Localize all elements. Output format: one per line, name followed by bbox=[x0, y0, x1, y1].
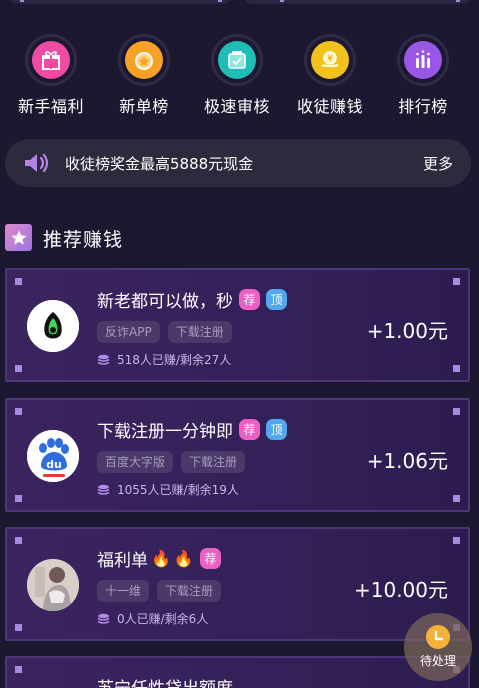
task-stats: 0人已赚/剩余6人 bbox=[97, 610, 208, 627]
task-title: 新老都可以做，秒 bbox=[97, 292, 233, 312]
task-stats-text: 518人已赚/剩余27人 bbox=[117, 353, 232, 367]
task-card[interactable]: 苏宁任性贷出额度 bbox=[5, 656, 470, 688]
task-card[interactable]: du 下载注册一分钟即 荐 顶 百度大字版 下载注册 1055人已赚/剩余19人… bbox=[5, 398, 470, 512]
menu-item-fast-review[interactable]: 极速审核 bbox=[191, 34, 283, 117]
notice-bar[interactable]: 收徒榜奖金最高5888元现金 更多 bbox=[5, 139, 471, 187]
notice-text: 收徒榜奖金最高5888元现金 bbox=[65, 155, 254, 173]
menu-label: 极速审核 bbox=[203, 97, 270, 116]
pending-label: 待处理 bbox=[419, 654, 456, 668]
section-title: 推荐赚钱 bbox=[43, 229, 124, 251]
task-tag: 十一维 bbox=[97, 580, 150, 602]
task-tag: 下载注册 bbox=[157, 580, 222, 602]
task-tag: 下载注册 bbox=[181, 451, 246, 473]
anti-fraud-app-icon bbox=[27, 300, 79, 352]
task-tag: 下载注册 bbox=[167, 321, 232, 343]
menu-item-ranking[interactable]: 排行榜 bbox=[377, 34, 469, 117]
task-reward: +1.00元 bbox=[366, 319, 448, 343]
task-title-row: 苏宁任性贷出额度 bbox=[97, 674, 233, 688]
task-stats: 518人已赚/剩余27人 bbox=[97, 351, 231, 368]
menu-label: 收徒赚钱 bbox=[296, 97, 363, 116]
fire-icon: 🔥 bbox=[151, 549, 171, 568]
task-title-row: 下载注册一分钟即 荐 顶 bbox=[97, 417, 287, 442]
more-link[interactable]: 更多 bbox=[423, 153, 453, 174]
menu-label: 排行榜 bbox=[398, 97, 448, 116]
pinned-badge: 顶 bbox=[266, 419, 287, 440]
task-card[interactable]: 新老都可以做，秒 荐 顶 反诈APP 下载注册 518人已赚/剩余27人 +1.… bbox=[5, 268, 470, 382]
task-tag: 百度大字版 bbox=[97, 451, 174, 473]
task-stats-text: 0人已赚/剩余6人 bbox=[117, 612, 209, 626]
ranking-icon bbox=[397, 34, 449, 86]
fire-icon: 🔥 bbox=[173, 549, 194, 568]
recommend-badge: 荐 bbox=[239, 419, 260, 440]
speaker-icon bbox=[25, 153, 49, 173]
task-title-row: 新老都可以做，秒 荐 顶 bbox=[97, 287, 287, 312]
recommend-badge: 荐 bbox=[239, 289, 260, 310]
coin-stack-icon bbox=[97, 484, 110, 495]
baidu-icon: du bbox=[27, 430, 79, 482]
menu-label: 新单榜 bbox=[119, 97, 169, 116]
task-reward: +10.00元 bbox=[353, 578, 448, 602]
task-title: 福利单 bbox=[97, 551, 148, 571]
gift-icon bbox=[25, 34, 77, 86]
coin-hand-icon: ¥ bbox=[304, 34, 356, 86]
user-photo-avatar bbox=[27, 559, 79, 611]
clock-icon bbox=[426, 625, 450, 649]
task-stats-text: 1055人已赚/剩余19人 bbox=[117, 483, 239, 497]
task-reward: +1.06元 bbox=[366, 449, 448, 473]
task-title: 苏宁任性贷出额度 bbox=[97, 674, 233, 688]
recommend-badge: 荐 bbox=[199, 548, 221, 569]
menu-item-recruit-earn[interactable]: ¥ 收徒赚钱 bbox=[284, 34, 376, 117]
task-tags: 反诈APP 下载注册 bbox=[97, 321, 240, 343]
svg-text:du: du bbox=[46, 458, 62, 471]
pinned-badge: 顶 bbox=[266, 289, 287, 310]
pending-tasks-button[interactable]: 待处理 bbox=[404, 613, 472, 681]
check-box-icon bbox=[211, 34, 263, 86]
coin-stack-icon bbox=[97, 613, 110, 624]
task-tags: 十一维 下载注册 bbox=[97, 580, 229, 602]
svg-text:¥: ¥ bbox=[327, 54, 332, 63]
menu-label: 新手福利 bbox=[17, 97, 84, 116]
quick-menu: 新手福利 新单榜 极速审核 ¥ 收徒赚钱 排行榜 bbox=[0, 34, 479, 118]
previous-card-edge bbox=[10, 0, 232, 4]
task-tags: 百度大字版 下载注册 bbox=[97, 451, 253, 473]
menu-item-new-orders-ranking[interactable]: 新单榜 bbox=[98, 34, 190, 117]
previous-card-edge bbox=[244, 0, 470, 4]
task-title-row: 福利单 🔥 🔥 荐 bbox=[97, 546, 221, 571]
coin-stack-icon bbox=[97, 354, 110, 365]
menu-item-newbie-welfare[interactable]: 新手福利 bbox=[5, 34, 97, 117]
task-card[interactable]: 福利单 🔥 🔥 荐 十一维 下载注册 0人已赚/剩余6人 +10.00元 bbox=[5, 527, 470, 641]
star-icon bbox=[5, 224, 32, 251]
task-stats: 1055人已赚/剩余19人 bbox=[97, 481, 239, 498]
medal-icon bbox=[118, 34, 170, 86]
task-title: 下载注册一分钟即 bbox=[97, 422, 233, 442]
task-tag: 反诈APP bbox=[97, 321, 160, 343]
